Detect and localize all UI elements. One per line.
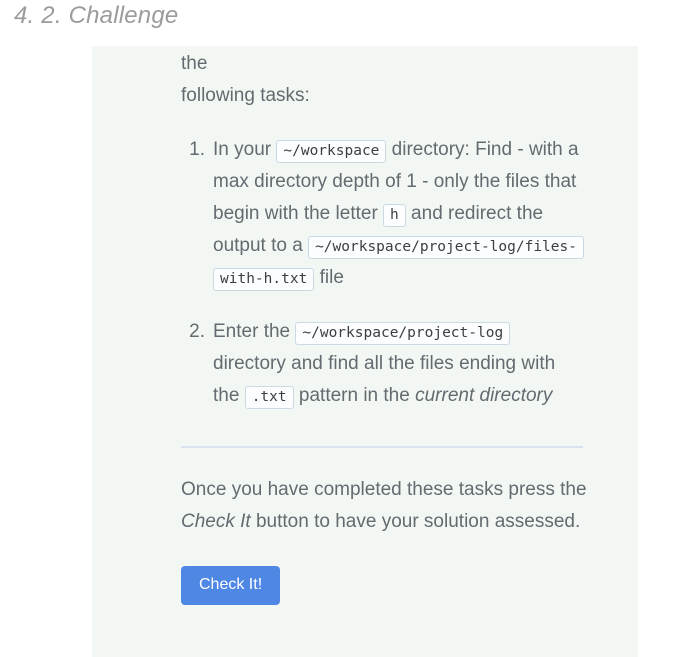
closing-emphasis: Check It bbox=[181, 511, 251, 532]
code-chip-txt-pattern: .txt bbox=[244, 386, 294, 409]
check-it-button[interactable]: Check It! bbox=[181, 566, 281, 605]
challenge-card: Complete the following exercise, by perf… bbox=[92, 46, 638, 657]
code-chip-workspace: ~/workspace bbox=[276, 140, 387, 163]
intro-paragraph: following tasks: bbox=[92, 80, 638, 112]
intro-clipped-text: Complete the following exercise, by perf… bbox=[181, 53, 208, 74]
task-list-item-2: Enter the ~/workspace/project-log direct… bbox=[181, 316, 585, 412]
page-title: 4. 2. Challenge bbox=[14, 2, 179, 29]
task-2-segment-3: pattern in the bbox=[293, 385, 416, 406]
task-2-emphasis: current directory bbox=[415, 385, 553, 406]
task-list-item-1: In your ~/workspace directory: Find - wi… bbox=[181, 134, 585, 294]
code-chip-letter-h: h bbox=[383, 204, 406, 227]
button-container: Check It! bbox=[92, 538, 638, 605]
intro-clipped-line: Complete the following exercise, by perf… bbox=[92, 46, 638, 80]
task-1-segment-4: file bbox=[314, 267, 344, 288]
task-list: In your ~/workspace directory: Find - wi… bbox=[92, 134, 638, 412]
code-chip-project-log-path: ~/workspace/project-log bbox=[295, 322, 511, 345]
closing-segment-1: Once you have completed these tasks pres… bbox=[181, 479, 587, 500]
task-1-segment-1: In your bbox=[213, 139, 277, 160]
intro-text: following tasks: bbox=[181, 85, 310, 106]
closing-paragraph: Once you have completed these tasks pres… bbox=[92, 474, 638, 538]
section-divider bbox=[181, 446, 583, 448]
task-2-segment-1: Enter the bbox=[213, 321, 296, 342]
card-content: Complete the following exercise, by perf… bbox=[92, 46, 638, 605]
closing-segment-2: button to have your solution assessed. bbox=[250, 511, 581, 532]
